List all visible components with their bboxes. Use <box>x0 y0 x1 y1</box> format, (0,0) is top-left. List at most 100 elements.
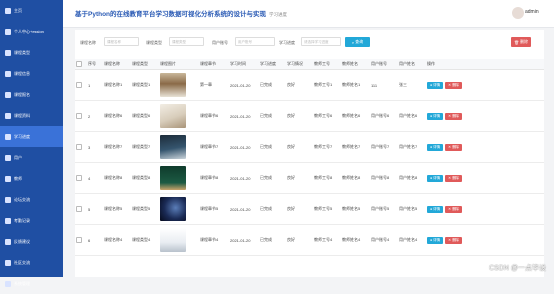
course-image-cell <box>159 193 199 225</box>
sidebar-item-system[interactable]: 系统管理 <box>0 273 63 294</box>
user-account-input[interactable]: 用户账号 <box>235 37 275 46</box>
user-account-cell: 用户账号4 <box>370 224 398 256</box>
gear-icon <box>5 280 11 287</box>
checkbox[interactable] <box>76 61 82 67</box>
trash-icon: 🗑 <box>513 39 520 45</box>
row-select[interactable] <box>75 69 87 101</box>
detail-button[interactable]: ● 详情 <box>427 174 444 182</box>
delete-button[interactable]: ✕ 删除 <box>445 174 463 182</box>
delete-button[interactable]: ✕ 删除 <box>445 112 463 120</box>
sidebar-item-user[interactable]: 用户 <box>0 147 63 168</box>
search-button[interactable]: ⌕ 查询 <box>345 37 370 47</box>
column-header: 学习时间 <box>229 59 259 70</box>
home-icon <box>5 7 11 14</box>
table-row: 2 课程名称6 课程类型6 课程章节6 2021-01-20 已完成 良好 教师工号6 教师姓名… <box>75 100 544 132</box>
chapter-cell: 课程章节6 <box>199 100 229 132</box>
detail-button[interactable]: ● 详情 <box>427 112 444 120</box>
column-header: 课程章节 <box>199 59 229 70</box>
sidebar-item-label: 主页 <box>14 7 22 13</box>
trash-icon: ✕ <box>448 238 452 242</box>
delete-label: 删除 <box>452 175 460 180</box>
course-name-input[interactable]: 课程名称 <box>104 37 139 46</box>
batch-delete-button[interactable]: 🗑 删除 <box>511 37 531 47</box>
column-header: 用户姓名 <box>398 59 426 70</box>
course-name-cell: 课程名称8 <box>103 162 131 194</box>
course-type-input[interactable]: 课程类型 <box>169 37 204 46</box>
sidebar-item-feedback[interactable]: 反馈建议 <box>0 231 63 252</box>
column-header: 操作 <box>426 59 544 70</box>
checkbox[interactable] <box>76 237 82 243</box>
detail-button[interactable]: ● 详情 <box>427 81 444 89</box>
row-select[interactable] <box>75 193 87 225</box>
progress-select[interactable]: 请选择学习进度 <box>301 37 341 46</box>
checkbox[interactable] <box>76 144 82 150</box>
sidebar-item-forum[interactable]: 论坛交流 <box>0 189 63 210</box>
user-account-cell: 用户账号7 <box>370 131 398 163</box>
study-status-cell: 良好 <box>286 224 313 256</box>
delete-button[interactable]: ✕ 删除 <box>445 143 463 151</box>
teacher-id-cell: 教师工号5 <box>313 193 341 225</box>
progress-table: 序号 课程名称 课程类型 课程图片 课程章节 学习时间 学习进度 学习情况 教师… <box>75 59 544 256</box>
sidebar-item-progress[interactable]: 学习进度 <box>0 126 63 147</box>
sidebar-item-course-info[interactable]: 课程信息 <box>0 63 63 84</box>
delete-button[interactable]: ✕ 删除 <box>445 236 463 244</box>
user-account-cell: 111 <box>370 69 398 101</box>
course-image <box>160 228 186 252</box>
sidebar-item-course-signup[interactable]: 课程报名 <box>0 84 63 105</box>
breadcrumb[interactable]: 学习进度 <box>269 12 287 17</box>
checkbox[interactable] <box>76 113 82 119</box>
avatar[interactable] <box>512 7 524 19</box>
delete-button[interactable]: ✕ 删除 <box>445 81 463 89</box>
row-select[interactable] <box>75 100 87 132</box>
sidebar-item-teacher[interactable]: 教师 <box>0 168 63 189</box>
course-image <box>160 197 186 221</box>
checkbox[interactable] <box>76 175 82 181</box>
row-select[interactable] <box>75 131 87 163</box>
progress-cell: 已完成 <box>259 131 286 163</box>
user-name-cell: 用户姓名4 <box>398 224 426 256</box>
column-header: 学习进度 <box>259 59 286 70</box>
course-type-cell: 课程类型6 <box>131 100 159 132</box>
system-title: 基于Python的在线教育平台学习数据可视化分析系统的设计与实现 <box>75 11 267 18</box>
row-index: 5 <box>87 193 103 225</box>
detail-button[interactable]: ● 详情 <box>427 236 444 244</box>
row-select[interactable] <box>75 162 87 194</box>
sidebar-item-course-material[interactable]: 课程资料 <box>0 105 63 126</box>
sidebar-item-label: 考勤记录 <box>14 217 30 223</box>
sidebar-item-profile[interactable]: 个人中心+ession <box>0 21 63 42</box>
detail-icon: ● <box>430 238 433 242</box>
delete-button[interactable]: ✕ 删除 <box>445 205 463 213</box>
grid-icon <box>5 49 11 56</box>
detail-button[interactable]: ● 详情 <box>427 205 444 213</box>
row-select[interactable] <box>75 224 87 256</box>
trash-icon: ✕ <box>448 207 452 211</box>
teacher-id-cell: 教师工号6 <box>313 100 341 132</box>
detail-button[interactable]: ● 详情 <box>427 143 444 151</box>
username[interactable]: admin <box>525 9 539 15</box>
user-name-cell: 用户姓名7 <box>398 131 426 163</box>
checkbox[interactable] <box>76 82 82 88</box>
course-type-cell: 课程类型1 <box>131 69 159 101</box>
actions-cell: ● 详情 ✕ 删除 <box>426 224 544 256</box>
detail-icon: ● <box>430 145 433 149</box>
row-index: 1 <box>87 69 103 101</box>
header-select-all[interactable] <box>75 59 87 70</box>
course-name-cell: 课程名称7 <box>103 131 131 163</box>
checkbox[interactable] <box>76 206 82 212</box>
sidebar-item-label: 教师 <box>14 175 22 181</box>
chapter-cell: 课程章节7 <box>199 131 229 163</box>
search-label-user-account: 用户账号 <box>212 40 228 45</box>
detail-icon: ● <box>430 83 433 87</box>
search-label-course-name: 课程名称 <box>80 40 96 45</box>
sidebar-item-home[interactable]: 主页 <box>0 0 63 21</box>
grid-icon <box>5 217 11 224</box>
column-header: 课程类型 <box>131 59 159 70</box>
column-header: 序号 <box>87 59 103 70</box>
course-image-cell <box>159 224 199 256</box>
sidebar-item-label: 系统管理 <box>14 280 30 286</box>
course-image <box>160 73 186 97</box>
sidebar-item-course-type[interactable]: 课程类型 <box>0 42 63 63</box>
sidebar-item-attendance[interactable]: 考勤记录 <box>0 210 63 231</box>
sidebar-item-community[interactable]: 社区交流 <box>0 252 63 273</box>
teacher-name-cell: 教师姓名8 <box>341 162 370 194</box>
